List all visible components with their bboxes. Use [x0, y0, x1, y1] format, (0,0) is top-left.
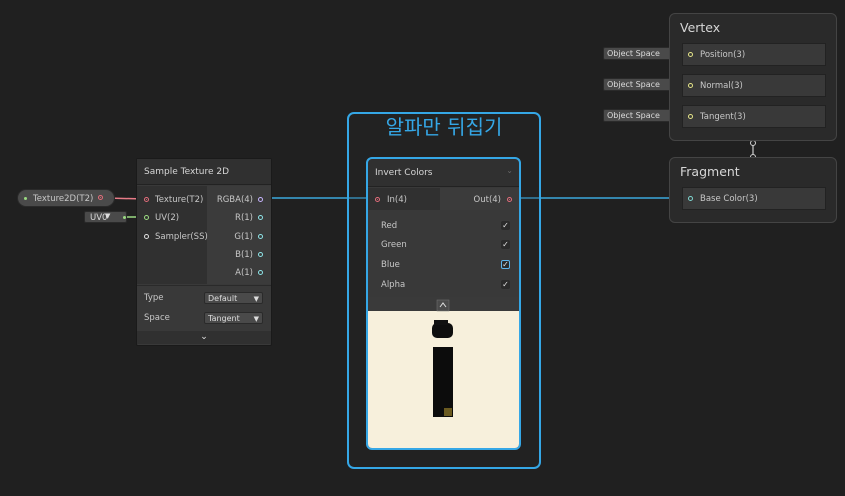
green-channel-label: Green [381, 240, 407, 250]
rgba-output-label: RGBA(4) [216, 195, 253, 205]
red-channel-label: Red [381, 221, 398, 231]
position-space-tag[interactable]: Object Space [603, 47, 676, 60]
a-output-label: A(1) [235, 268, 253, 278]
r-output-label: R(1) [235, 213, 253, 223]
preview-image [368, 297, 519, 417]
alpha-channel-label: Alpha [381, 280, 406, 290]
texture2d-property-node[interactable]: Texture2D(T2) [17, 189, 115, 207]
base-color-input-port[interactable] [688, 196, 693, 201]
type-dropdown[interactable]: Default ▼ [204, 292, 263, 304]
normal-input-port[interactable] [688, 83, 693, 88]
invert-colors-node[interactable]: Invert Colors ⌄ In(4) Out(4) Red ✓ Green… [366, 157, 521, 450]
base-color-block[interactable]: Base Color(3) [682, 187, 826, 210]
a-output-port[interactable] [258, 270, 263, 275]
uv-dot [123, 216, 126, 219]
collapse-bar[interactable]: ⌄ [137, 331, 271, 344]
space-dropdown[interactable]: Tangent ▼ [204, 312, 263, 324]
tangent-space-tag[interactable]: Object Space [603, 109, 676, 122]
vertex-title: Vertex [680, 20, 721, 35]
sample-texture-2d-node[interactable]: Sample Texture 2D Texture(T2) UV(2) Samp… [136, 158, 272, 346]
fragment-context[interactable]: Fragment Base Color(3) [669, 157, 837, 223]
uv-channel-dropdown[interactable]: UV0 ▼ [84, 211, 127, 223]
normal-space-label: Object Space [607, 80, 660, 89]
blue-channel-label: Blue [381, 260, 400, 270]
space-dropdown-arrow-icon: ▼ [253, 315, 259, 323]
position-input-port[interactable] [688, 52, 693, 57]
position-space-label: Object Space [607, 49, 660, 58]
normal-block-label: Normal(3) [700, 81, 743, 91]
position-block-label: Position(3) [700, 50, 746, 60]
green-channel-checkbox[interactable]: ✓ [501, 240, 510, 249]
out-output-label: Out(4) [473, 195, 501, 205]
property-label: Texture2D(T2) [33, 194, 94, 204]
blue-channel-checkbox[interactable]: ✓ [501, 260, 510, 269]
out-output-port[interactable] [507, 197, 512, 202]
chevron-down-icon: ⌄ [200, 332, 208, 342]
position-block[interactable]: Position(3) [682, 43, 826, 66]
b-output-port[interactable] [258, 252, 263, 257]
space-label: Space [144, 313, 170, 323]
property-left-dot [24, 197, 27, 200]
texture-input-label: Texture(T2) [155, 195, 204, 205]
type-dropdown-arrow-icon: ▼ [253, 295, 259, 303]
type-label: Type [144, 293, 164, 303]
uv-dropdown-arrow-icon: ▼ [105, 212, 111, 220]
uv-input-port[interactable] [144, 215, 149, 220]
alpha-channel-checkbox[interactable]: ✓ [501, 280, 510, 289]
in-input-port[interactable] [375, 197, 380, 202]
sample-texture-title: Sample Texture 2D [137, 159, 271, 185]
property-output-port[interactable] [98, 195, 103, 200]
fragment-title: Fragment [680, 164, 740, 179]
space-dropdown-value: Tangent [208, 314, 240, 323]
g-output-label: G(1) [234, 232, 253, 242]
sampler-input-port[interactable] [144, 234, 149, 239]
uv-input-label: UV(2) [155, 213, 180, 223]
normal-space-tag[interactable]: Object Space [603, 78, 676, 91]
tangent-block[interactable]: Tangent(3) [682, 105, 826, 128]
in-input-label: In(4) [387, 195, 407, 205]
rgba-output-port[interactable] [258, 197, 263, 202]
invert-collapse-chevron-icon[interactable]: ⌄ [506, 166, 513, 175]
sample-settings-divider [137, 285, 271, 286]
tangent-space-label: Object Space [607, 111, 660, 120]
b-output-label: B(1) [235, 250, 253, 260]
r-output-port[interactable] [258, 215, 263, 220]
tangent-input-port[interactable] [688, 114, 693, 119]
type-dropdown-value: Default [208, 294, 238, 303]
normal-block[interactable]: Normal(3) [682, 74, 826, 97]
preview-area [368, 297, 519, 448]
base-color-block-label: Base Color(3) [700, 194, 758, 204]
texture-input-port[interactable] [144, 197, 149, 202]
tangent-block-label: Tangent(3) [700, 112, 746, 122]
context-flow-dot-top [750, 140, 756, 146]
invert-colors-title: Invert Colors [368, 159, 519, 187]
group-title[interactable]: 알파만 뒤집기 [349, 114, 539, 140]
g-output-port[interactable] [258, 234, 263, 239]
vertex-context[interactable]: Vertex Position(3) Normal(3) Tangent(3) [669, 13, 837, 141]
red-channel-checkbox[interactable]: ✓ [501, 221, 510, 230]
sampler-input-label: Sampler(SS) [155, 232, 208, 242]
